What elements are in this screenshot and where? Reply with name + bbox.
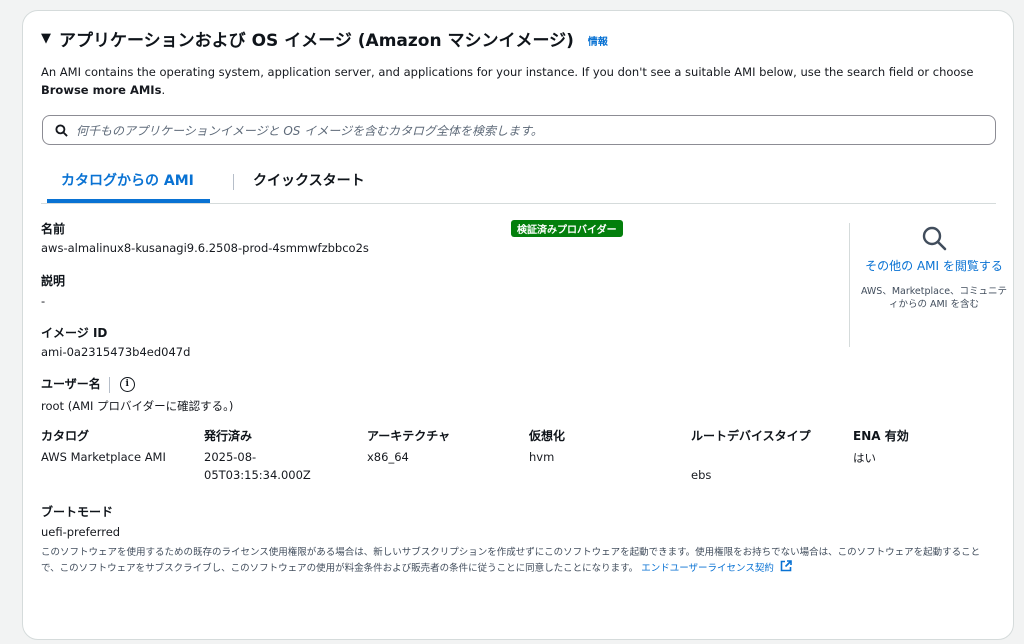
section-header[interactable]: ▼ アプリケーションおよび OS イメージ (Amazon マシンイメージ) 情…: [41, 26, 608, 51]
description-suffix: .: [161, 83, 166, 97]
root-device-type-value: ebs: [691, 468, 712, 482]
image-id-label: イメージ ID: [41, 326, 108, 340]
name-label: 名前: [41, 222, 66, 236]
catalog-value: AWS Marketplace AMI: [41, 450, 166, 464]
section-description: An AMI contains the operating system, ap…: [41, 63, 991, 99]
caret-down-icon[interactable]: ▼: [41, 31, 51, 46]
search-input[interactable]: 何千ものアプリケーションイメージと OS イメージを含むカタログ全体を検索します…: [42, 115, 996, 145]
description-text: An AMI contains the operating system, ap…: [41, 65, 974, 79]
search-placeholder: 何千ものアプリケーションイメージと OS イメージを含むカタログ全体を検索します…: [76, 123, 543, 138]
architecture-value: x86_64: [367, 450, 409, 464]
verified-provider-badge: 検証済みプロバイダー: [511, 220, 623, 237]
ami-section-card: ▼ アプリケーションおよび OS イメージ (Amazon マシンイメージ) 情…: [22, 10, 1014, 640]
architecture-label: アーキテクチャ: [367, 429, 451, 443]
info-circle-icon[interactable]: i: [119, 377, 135, 392]
published-value-line1: 2025-08-: [204, 450, 257, 464]
tab-quick-start[interactable]: クイックスタート: [235, 171, 365, 203]
browse-more-amis-panel: その他の AMI を閲覧する AWS、Marketplace、コミュニティからの…: [859, 225, 1009, 311]
browse-more-amis-subtext: AWS、Marketplace、コミュニティからの AMI を含む: [860, 286, 1008, 310]
eula-link-text[interactable]: エンドユーザーライセンス契約: [641, 563, 774, 574]
eula-link[interactable]: エンドユーザーライセンス契約: [641, 560, 792, 574]
label-divider: [108, 376, 110, 393]
image-id-value: ami-0a2315473b4ed047d: [41, 345, 191, 359]
catalog-label: カタログ: [41, 429, 90, 443]
username-value: root (AMI プロバイダーに確認する。): [41, 399, 234, 413]
ena-enabled-label: ENA 有効: [853, 429, 909, 443]
description-label: 説明: [41, 274, 66, 288]
boot-mode-value: uefi-preferred: [41, 525, 121, 539]
name-value: aws-almalinux8-kusanagi9.6.2508-prod-4sm…: [41, 241, 369, 255]
search-icon: [55, 123, 68, 137]
license-text: このソフトウェアを使用するための既存のライセンス使用権限がある場合は、新しいサブ…: [41, 547, 981, 574]
ena-enabled-value: はい: [853, 451, 876, 465]
tab-catalog-ami[interactable]: カタログからの AMI: [47, 171, 210, 203]
boot-mode-label: ブートモード: [41, 505, 114, 519]
tab-divider: [233, 174, 234, 190]
external-link-icon[interactable]: [780, 560, 792, 572]
virtualization-value: hvm: [529, 450, 555, 464]
root-device-type-label: ルートデバイスタイプ: [691, 429, 811, 443]
sidebar-divider: [849, 223, 850, 347]
virtualization-label: 仮想化: [529, 429, 566, 443]
description-value: -: [41, 294, 46, 308]
ami-tabs: カタログからの AMI クイックスタート: [41, 171, 996, 204]
published-value-line2: 05T03:15:34.000Z: [204, 468, 311, 482]
section-title: アプリケーションおよび OS イメージ (Amazon マシンイメージ): [59, 31, 574, 51]
username-label: ユーザー名: [41, 377, 101, 391]
browse-more-amis-link[interactable]: その他の AMI を閲覧する: [859, 257, 1009, 275]
license-notice: このソフトウェアを使用するための既存のライセンス使用権限がある場合は、新しいサブ…: [41, 545, 996, 576]
description-bold: Browse more AMIs: [41, 83, 162, 97]
magnifier-icon[interactable]: [921, 225, 947, 251]
username-label-row: ユーザー名 i: [41, 375, 135, 393]
info-link[interactable]: 情報: [588, 33, 608, 48]
published-label: 発行済み: [204, 429, 253, 443]
